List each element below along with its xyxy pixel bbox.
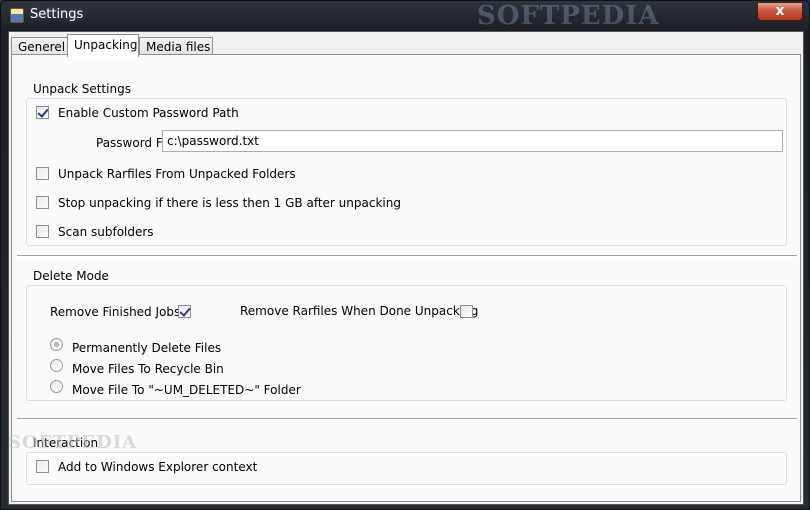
um-deleted-folder-label: Move File To "~UM_DELETED~" Folder — [72, 383, 301, 397]
close-icon: x — [775, 3, 785, 19]
explorer-context-label: Add to Windows Explorer context — [58, 460, 258, 474]
dialog-client-area: Generel Unpacking Media files Unpack Set… — [8, 31, 804, 505]
window-title: Settings — [30, 7, 84, 22]
enable-custom-password-path-checkbox[interactable] — [36, 106, 49, 119]
app-icon — [10, 8, 24, 23]
remove-finished-jobs-label: Remove Finished Jobs — [50, 305, 181, 319]
separator — [17, 255, 797, 257]
explorer-context-checkbox[interactable] — [36, 460, 49, 473]
delete-mode-title: Delete Mode — [33, 269, 109, 283]
stop-unpacking-label: Stop unpacking if there is less then 1 G… — [58, 196, 401, 210]
permanently-delete-label: Permanently Delete Files — [72, 341, 222, 355]
stop-unpacking-checkbox[interactable] — [36, 196, 49, 209]
recycle-bin-label: Move Files To Recycle Bin — [72, 362, 224, 376]
permanently-delete-radio[interactable] — [50, 338, 63, 351]
unpack-settings-title: Unpack Settings — [33, 82, 131, 96]
unpacking-tab-page: Unpack Settings Enable Custom Password P… — [8, 54, 801, 502]
password-file-input[interactable]: c:\password.txt — [162, 130, 783, 152]
remove-rarfiles-label: Remove Rarfiles When Done Unpacking — [240, 304, 479, 318]
softpedia-watermark: SOFTPEDIA — [477, 1, 660, 31]
scan-subfolders-checkbox[interactable] — [36, 225, 49, 238]
close-button[interactable]: x — [757, 2, 803, 21]
tab-unpacking[interactable]: Unpacking — [67, 34, 139, 57]
settings-window: Settings SOFTPEDIA x Generel Unpacking M… — [0, 0, 810, 510]
scan-subfolders-label: Scan subfolders — [58, 225, 154, 239]
remove-finished-jobs-checkbox[interactable] — [178, 305, 191, 318]
title-bar[interactable]: Settings SOFTPEDIA x — [1, 1, 809, 31]
softpedia-watermark-mid: SOFTPEDIA — [8, 432, 138, 453]
enable-custom-password-path-label: Enable Custom Password Path — [58, 106, 239, 120]
recycle-bin-radio[interactable] — [50, 359, 63, 372]
remove-rarfiles-checkbox[interactable] — [460, 305, 473, 318]
separator — [17, 418, 797, 420]
unpack-rarfiles-label: Unpack Rarfiles From Unpacked Folders — [58, 167, 296, 181]
um-deleted-folder-radio[interactable] — [50, 380, 63, 393]
unpack-rarfiles-checkbox[interactable] — [36, 167, 49, 180]
